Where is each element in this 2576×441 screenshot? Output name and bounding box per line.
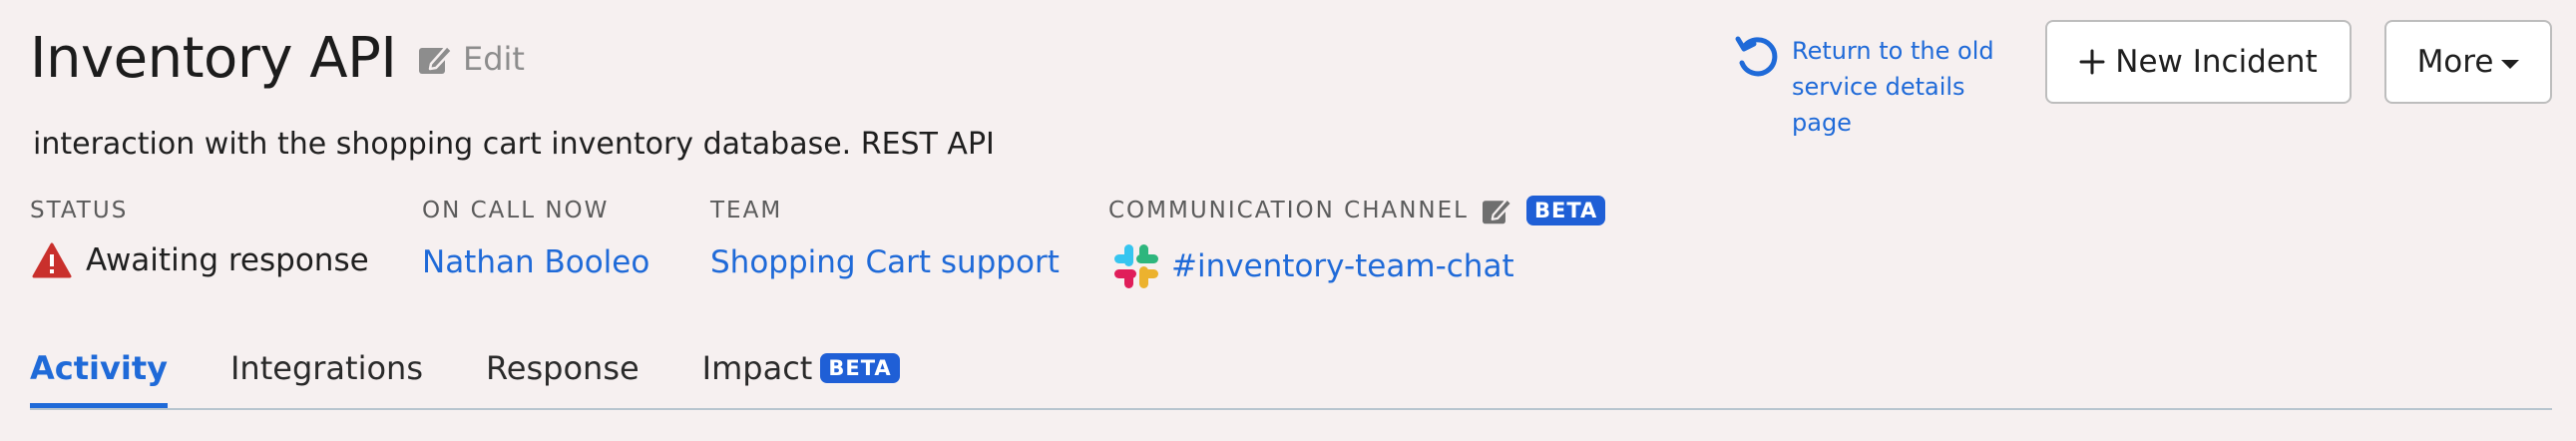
plus-icon xyxy=(2079,49,2105,75)
edit-label: Edit xyxy=(463,40,525,78)
tab-bar: Activity Integrations Response Impact BE… xyxy=(30,349,963,415)
new-incident-label: New Incident xyxy=(2115,44,2318,80)
slack-icon xyxy=(1114,244,1158,288)
page-title: Inventory API xyxy=(30,26,397,91)
status-value: Awaiting response xyxy=(32,242,369,278)
tab-label: Activity xyxy=(30,349,168,387)
communication-channel-header: COMMUNICATION CHANNEL BETA xyxy=(1108,196,1606,225)
new-incident-button[interactable]: New Incident xyxy=(2045,20,2352,104)
communication-channel-value[interactable]: #inventory-team-chat xyxy=(1111,241,1514,291)
team-label: TEAM xyxy=(710,198,783,223)
warning-triangle-icon xyxy=(32,242,72,278)
tab-label: Response xyxy=(485,349,640,387)
tab-label: Integrations xyxy=(229,349,423,387)
refresh-icon xyxy=(1735,36,1778,77)
tab-activity[interactable]: Activity xyxy=(30,349,168,408)
return-old-page-link[interactable]: Return to the old service details page xyxy=(1734,33,2021,141)
on-call-label: ON CALL NOW xyxy=(422,198,610,223)
return-link-line2: service details page xyxy=(1792,73,1965,137)
edit-button[interactable]: Edit xyxy=(417,40,525,78)
tab-response[interactable]: Response xyxy=(486,349,640,403)
on-call-user-link[interactable]: Nathan Booleo xyxy=(422,244,649,280)
team-link[interactable]: Shopping Cart support xyxy=(710,244,1060,280)
service-description: interaction with the shopping cart inven… xyxy=(33,127,995,162)
more-dropdown-button[interactable]: More xyxy=(2384,20,2552,104)
status-label: STATUS xyxy=(30,198,129,223)
tab-impact[interactable]: Impact BETA xyxy=(702,349,900,403)
beta-badge: BETA xyxy=(1525,196,1606,225)
slack-channel-link[interactable]: #inventory-team-chat xyxy=(1171,248,1514,284)
tab-label: Impact xyxy=(701,349,813,387)
edit-channel-icon[interactable] xyxy=(1481,196,1514,225)
communication-channel-label: COMMUNICATION CHANNEL xyxy=(1108,198,1469,223)
beta-badge: BETA xyxy=(820,353,900,383)
return-link-line1: Return to the old xyxy=(1792,37,1994,65)
more-label: More xyxy=(2416,44,2494,80)
caret-down-icon xyxy=(2501,59,2520,69)
status-text: Awaiting response xyxy=(86,242,369,278)
return-link-text[interactable]: Return to the old service details page xyxy=(1792,33,2021,141)
tab-integrations[interactable]: Integrations xyxy=(230,349,423,403)
edit-icon xyxy=(419,44,454,74)
